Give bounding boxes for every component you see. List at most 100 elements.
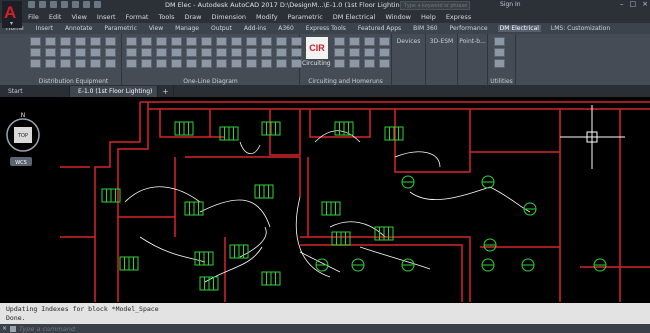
circuit-icon[interactable] [379,37,390,46]
panel-icon[interactable] [90,48,101,57]
oneline-icon[interactable] [231,48,242,57]
distribution-tools[interactable] [30,37,118,68]
tab-bim-360[interactable]: BIM 360 [411,25,439,32]
tab-add-ins[interactable]: Add-ins [242,25,268,32]
tab-parametric[interactable]: Parametric [102,25,139,32]
oneline-icon[interactable] [126,37,137,46]
undo-icon[interactable] [83,1,90,8]
oneline-icon[interactable] [261,59,272,68]
oneline-icon[interactable] [171,37,182,46]
tab-lms-customization[interactable]: LMS: Customization [549,25,612,32]
menu-item-view[interactable]: View [71,13,86,21]
circuiting-button[interactable]: CIR [306,37,328,59]
utility-tools[interactable] [494,37,507,68]
oneline-icon[interactable] [141,59,152,68]
plot-icon[interactable] [72,1,79,8]
tab-express-tools[interactable]: Express Tools [304,25,348,32]
menu-item-window[interactable]: Window [385,13,411,21]
quick-access-toolbar[interactable] [28,1,101,10]
panel-icon[interactable] [30,59,41,68]
oneline-icon[interactable] [261,37,272,46]
drawing-canvas[interactable]: TOP N WCS [0,97,650,303]
circuit-icon[interactable] [364,59,375,68]
tab-insert[interactable]: Insert [34,25,55,32]
tab-output[interactable]: Output [209,25,234,32]
panel-icon[interactable] [60,37,71,46]
new-tab-button[interactable]: + [158,86,174,97]
tab-view[interactable]: View [147,25,165,32]
floor-plan[interactable]: TOP N WCS [0,97,650,303]
menu-item-help[interactable]: Help [421,13,436,21]
oneline-icon[interactable] [201,59,212,68]
oneline-icon[interactable] [126,59,137,68]
menu-item-express[interactable]: Express [446,13,471,21]
devices-button[interactable]: Devices [392,38,425,45]
menu-item-format[interactable]: Format [126,13,149,21]
panel-icon[interactable] [75,48,86,57]
menu-item-dm-electrical[interactable]: DM Electrical [333,13,376,21]
panel-icon[interactable] [60,59,71,68]
oneline-icon[interactable] [246,48,257,57]
menu-item-parametric[interactable]: Parametric [288,13,323,21]
panel-icon[interactable] [45,37,56,46]
new-icon[interactable] [28,1,35,8]
oneline-icon[interactable] [216,37,227,46]
open-icon[interactable] [39,1,46,8]
circuit-icon[interactable] [334,48,345,57]
oneline-icon[interactable] [276,59,287,68]
oneline-icon[interactable] [171,48,182,57]
oneline-icon[interactable] [141,48,152,57]
panel-icon[interactable] [30,48,41,57]
circuit-icon[interactable] [334,37,345,46]
circuit-icon[interactable] [349,48,360,57]
menu-item-dimension[interactable]: Dimension [211,13,246,21]
panel-icon[interactable] [75,59,86,68]
panel-icon[interactable] [90,59,101,68]
tab-annotate[interactable]: Annotate [63,25,94,32]
panel-icon[interactable] [105,37,116,46]
oneline-icon[interactable] [186,48,197,57]
panel-point-b[interactable]: Point-b... [458,34,488,86]
oneline-icon[interactable] [141,37,152,46]
circuit-icon[interactable] [349,37,360,46]
oneline-icon[interactable] [156,37,167,46]
save-icon[interactable] [50,1,57,8]
circuit-icon[interactable] [379,48,390,57]
oneline-tools[interactable] [126,37,304,68]
tab-drawing[interactable]: E-1.0 (1st Floor Lighting) [70,86,158,97]
tab-performance[interactable]: Performance [448,25,490,32]
maximize-icon[interactable]: □ [630,0,637,8]
oneline-icon[interactable] [186,59,197,68]
menu-item-file[interactable]: File [28,13,39,21]
circuit-icon[interactable] [364,37,375,46]
utility-icon[interactable] [494,37,505,46]
saveas-icon[interactable] [61,1,68,8]
circuit-icon[interactable] [364,48,375,57]
tab-start[interactable]: Start [0,86,70,97]
menu-item-edit[interactable]: Edit [49,13,62,21]
esm-button[interactable]: 3D-ESM [426,38,457,45]
circuiting-tools[interactable] [334,37,392,68]
point-b-button[interactable]: Point-b... [458,38,487,45]
menu-item-modify[interactable]: Modify [256,13,278,21]
close-icon[interactable]: × [642,0,648,8]
circuit-icon[interactable] [379,59,390,68]
oneline-icon[interactable] [246,37,257,46]
circuit-icon[interactable] [349,59,360,68]
sign-in-link[interactable]: Sign In [500,1,521,8]
oneline-icon[interactable] [246,59,257,68]
oneline-icon[interactable] [216,48,227,57]
oneline-icon[interactable] [171,59,182,68]
utility-icon[interactable] [494,59,505,68]
command-input[interactable] [19,324,220,333]
tab-dm-electrical[interactable]: DM Electrical [497,25,541,32]
oneline-icon[interactable] [201,48,212,57]
menu-item-draw[interactable]: Draw [185,13,202,21]
close-command-icon[interactable]: × [2,325,7,332]
oneline-icon[interactable] [276,48,287,57]
panel-icon[interactable] [45,59,56,68]
panel-icon[interactable] [90,37,101,46]
tab-manage[interactable]: Manage [173,25,201,32]
panel-icon[interactable] [75,37,86,46]
oneline-icon[interactable] [201,37,212,46]
